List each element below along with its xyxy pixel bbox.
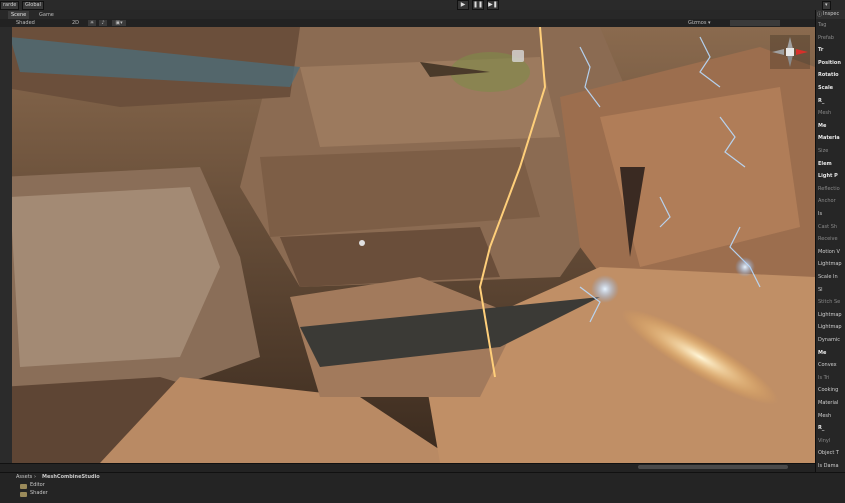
viewport-left-gutter [0, 27, 12, 463]
inspector-row[interactable]: Me [818, 123, 826, 129]
game-tab-label: Game [39, 12, 54, 18]
left-toolbar-tab[interactable]: rarde [0, 1, 20, 10]
inspector-row[interactable]: Reflectio [818, 186, 840, 192]
inspector-row[interactable]: Cooking [818, 387, 838, 393]
breadcrumb-assets[interactable]: Assets [16, 474, 32, 481]
inspector-row[interactable]: Materia [818, 135, 840, 141]
inspector-row[interactable]: Receive [818, 236, 838, 242]
inspector-row[interactable]: Lightmap [818, 324, 842, 330]
inspector-row[interactable]: Scale In [818, 274, 838, 280]
tab-game[interactable]: Game [36, 11, 57, 19]
audio-toggle-icon[interactable]: ♪ [99, 20, 107, 26]
inspector-row[interactable]: Convex [818, 362, 837, 368]
step-button[interactable]: ▶❚ [487, 0, 499, 10]
lighting-toggle-icon[interactable]: ☀ [88, 20, 96, 26]
info-icon: ⓘ [817, 12, 823, 18]
2d-toggle[interactable]: 2D [72, 19, 79, 27]
inspector-row[interactable]: Size [818, 148, 828, 154]
inspector-row[interactable]: Mesh [818, 413, 831, 419]
scene-viewport[interactable] [0, 27, 815, 463]
inspector-row[interactable]: Object T [818, 450, 839, 456]
inspector-row[interactable]: Dynamic [818, 337, 840, 343]
breadcrumb-meshcombinestudio[interactable]: MeshCombineStudio [42, 474, 100, 481]
scene-render [0, 27, 815, 463]
play-button[interactable]: ▶ [457, 0, 469, 10]
gizmos-dropdown[interactable]: Gizmos ▾ [688, 19, 711, 27]
inspector-row[interactable]: Rotatio [818, 72, 839, 78]
inspector-row[interactable]: Elem [818, 161, 832, 167]
inspector-row[interactable]: R_ [818, 98, 824, 104]
inspector-row[interactable]: Tag [818, 22, 826, 28]
inspector-row[interactable]: Motion V [818, 249, 840, 255]
shading-mode-dropdown[interactable]: Shaded [16, 19, 35, 27]
inspector-row[interactable]: Is Tri [818, 375, 829, 381]
project-panel: Assets › MeshCombineStudio Editor Shader [0, 472, 845, 503]
inspector-row[interactable]: Scale [818, 85, 833, 91]
scene-search-input[interactable] [730, 20, 780, 26]
scene-control-bar: Shaded 2D ☀ ♪ ▣▾ Gizmos ▾ [0, 19, 815, 27]
inspector-row[interactable]: Stitch Se [818, 299, 840, 305]
inspector-row[interactable]: Sl [818, 287, 823, 293]
tab-scene[interactable]: Scene [8, 11, 30, 19]
inspector-row[interactable]: Is Dama [818, 463, 839, 469]
effects-dropdown-icon[interactable]: ▣▾ [112, 20, 126, 26]
inspector-tab-label: Inspec [823, 11, 840, 17]
inspector-row[interactable]: Anchor [818, 198, 836, 204]
inspector-row[interactable]: Tr [818, 47, 823, 53]
inspector-row[interactable]: R_ [818, 425, 824, 431]
inspector-row[interactable]: Lightmap [818, 261, 842, 267]
global-toggle[interactable]: Global [22, 1, 44, 10]
inspector-row[interactable]: Is [818, 211, 822, 217]
inspector-row[interactable]: Cast Sh [818, 224, 837, 230]
inspector-row[interactable]: Vinyl [818, 438, 830, 444]
inspector-row[interactable]: Me [818, 350, 826, 356]
orientation-gizmo-icon[interactable] [770, 35, 810, 69]
folder-editor[interactable]: Editor [30, 482, 45, 489]
scene-tab-label: Scene [11, 12, 27, 18]
folder-icon [20, 492, 27, 497]
inspector-tab[interactable]: ⓘ Inspec [816, 10, 845, 19]
inspector-panel: ⓘ Inspec Tag Prefab Tr Position Rotatio Scale… [815, 10, 845, 490]
inspector-row[interactable]: Lightmap [818, 312, 842, 318]
inspector-row[interactable]: Prefab [818, 35, 834, 41]
pause-button[interactable]: ❚❚ [472, 0, 484, 10]
breadcrumb-chevron-icon: › [34, 474, 36, 480]
inspector-row[interactable]: Position [818, 60, 841, 66]
folder-shader[interactable]: Shader [30, 490, 48, 497]
folder-icon [20, 484, 27, 489]
inspector-row[interactable]: Material [818, 400, 838, 406]
layout-dropdown[interactable]: ▾ [822, 1, 831, 10]
inspector-row[interactable]: Light P [818, 173, 838, 179]
horizontal-scrollbar[interactable] [638, 465, 788, 469]
inspector-row[interactable]: Mesh [818, 110, 831, 116]
